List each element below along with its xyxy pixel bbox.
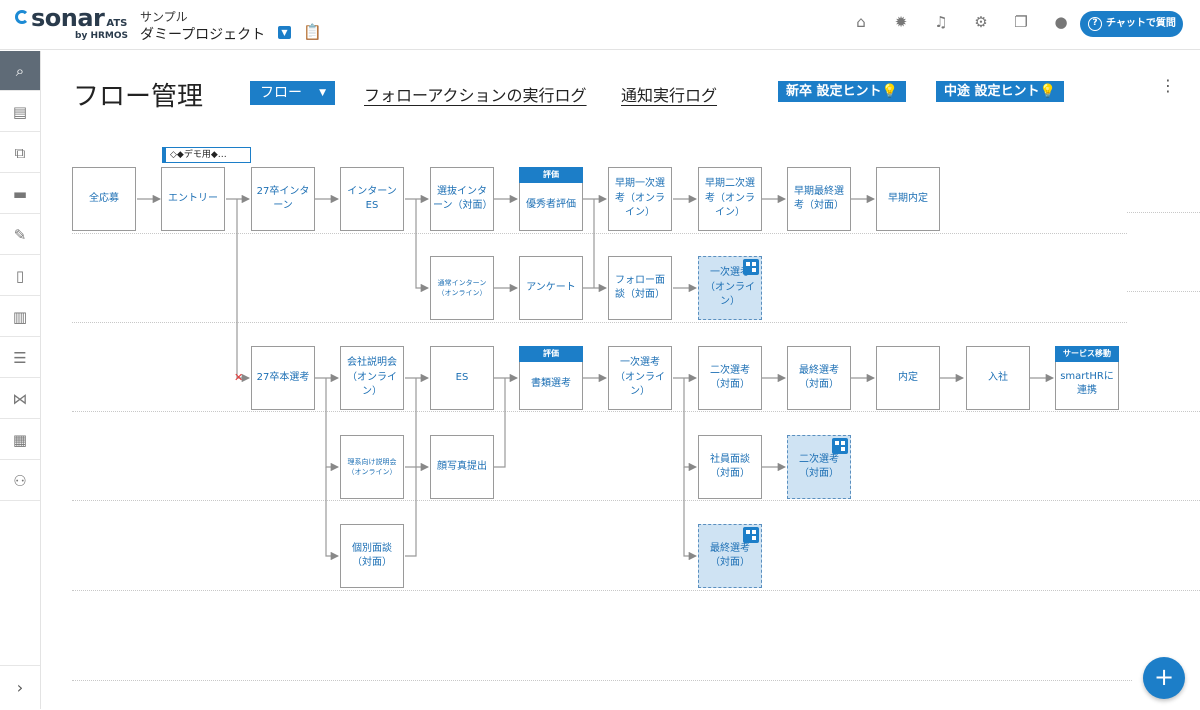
- node-label: 選抜インターン（対面）: [433, 185, 493, 212]
- subflow-icon: [743, 527, 759, 543]
- disabled-link-icon[interactable]: ✕: [234, 371, 243, 384]
- node-label: 早期内定: [888, 192, 928, 204]
- node-label: 二次選考（対面）: [799, 453, 839, 480]
- node-label: 一次選考（オンライン）: [615, 357, 665, 398]
- flow-node-es[interactable]: ES: [430, 346, 494, 410]
- node-label: 社員面談（対面）: [710, 453, 750, 480]
- flow-node-follow[interactable]: フォロー面談（対面）: [608, 256, 672, 320]
- node-label: 入社: [988, 371, 1008, 383]
- node-label: 通常インターン（オンライン）: [437, 278, 487, 298]
- node-label: 全応募: [89, 192, 119, 204]
- node-label: 書類選考: [531, 377, 571, 389]
- node-label: 早期最終選考（対面）: [794, 185, 844, 212]
- node-label: 個別面談（対面）: [352, 542, 392, 569]
- flow-node-kobetsu[interactable]: 個別面談（対面）: [340, 524, 404, 588]
- node-label: 早期二次選考（オンライン）: [705, 178, 755, 219]
- flow-node-intern-es[interactable]: インターンES: [340, 167, 404, 231]
- flow-node-nyusha[interactable]: 入社: [966, 346, 1030, 410]
- flow-node-senbatsu[interactable]: 選抜インターン（対面）: [430, 167, 494, 231]
- flow-node-naitei[interactable]: 内定: [876, 346, 940, 410]
- demo-tag[interactable]: ◇◆デモ用◆…: [162, 147, 251, 163]
- flow-node-early-final[interactable]: 早期最終選考（対面）: [787, 167, 851, 231]
- node-label: 内定: [898, 371, 918, 383]
- node-label: 早期一次選考（オンライン）: [615, 178, 665, 219]
- flow-node-entry[interactable]: エントリー: [161, 167, 225, 231]
- flow-node-early-offer[interactable]: 早期内定: [876, 167, 940, 231]
- flow-node-boshu[interactable]: 全応募: [72, 167, 136, 231]
- flow-node-shain[interactable]: 社員面談（対面）: [698, 435, 762, 499]
- flow-node-tsujo-intern[interactable]: 通常インターン（オンライン）: [430, 256, 494, 320]
- evaluation-badge: 評価: [519, 167, 583, 183]
- node-label: 会社説明会（オンライン）: [347, 357, 397, 398]
- flow-node-photo[interactable]: 顔写真提出: [430, 435, 494, 499]
- flow-node-1ji[interactable]: 一次選考（オンライン）: [608, 346, 672, 410]
- node-label: 27卒本選考: [256, 371, 310, 383]
- node-label: 優秀者評価: [526, 198, 576, 210]
- flow-node-early-1[interactable]: 早期一次選考（オンライン）: [608, 167, 672, 231]
- node-label: エントリー: [168, 192, 218, 204]
- node-label: フォロー面談（対面）: [615, 274, 665, 301]
- flow-node-early-2[interactable]: 早期二次選考（オンライン）: [698, 167, 762, 231]
- flow-node-sub-1ji[interactable]: 一次選考（オンライン）: [698, 256, 762, 320]
- flow-node-rikei[interactable]: 理系向け説明会（オンライン）: [340, 435, 404, 499]
- flow-node-shorui[interactable]: 評価 書類選考: [519, 346, 583, 410]
- node-label: アンケート: [526, 281, 576, 293]
- node-label: 理系向け説明会（オンライン）: [347, 457, 397, 477]
- node-label: 顔写真提出: [437, 460, 487, 472]
- flow-node-yushu[interactable]: 評価 優秀者評価: [519, 167, 583, 231]
- flow-node-honsen[interactable]: 27卒本選考: [251, 346, 315, 410]
- add-button[interactable]: +: [1143, 657, 1185, 699]
- node-label: ES: [455, 371, 469, 383]
- subflow-icon: [743, 259, 759, 275]
- flow-node-2ji[interactable]: 二次選考（対面）: [698, 346, 762, 410]
- node-label: smartHRに連携: [1060, 370, 1114, 397]
- flow-node-intern27[interactable]: 27卒インターン: [251, 167, 315, 231]
- flow-node-setsumei[interactable]: 会社説明会（オンライン）: [340, 346, 404, 410]
- flow-node-service[interactable]: サービス移動 smartHRに連携: [1055, 346, 1119, 410]
- node-label: 最終選考（対面）: [799, 364, 839, 391]
- flow-node-survey[interactable]: アンケート: [519, 256, 583, 320]
- flow-node-sub-2ji[interactable]: 二次選考（対面）: [787, 435, 851, 499]
- subflow-icon: [832, 438, 848, 454]
- node-label: 二次選考（対面）: [710, 364, 750, 391]
- node-label: インターンES: [347, 185, 397, 212]
- node-label: 最終選考（対面）: [710, 542, 750, 569]
- flow-node-final[interactable]: 最終選考（対面）: [787, 346, 851, 410]
- evaluation-badge: 評価: [519, 346, 583, 362]
- flow-node-sub-final[interactable]: 最終選考（対面）: [698, 524, 762, 588]
- node-label: 27卒インターン: [256, 185, 310, 212]
- service-move-badge: サービス移動: [1055, 346, 1119, 362]
